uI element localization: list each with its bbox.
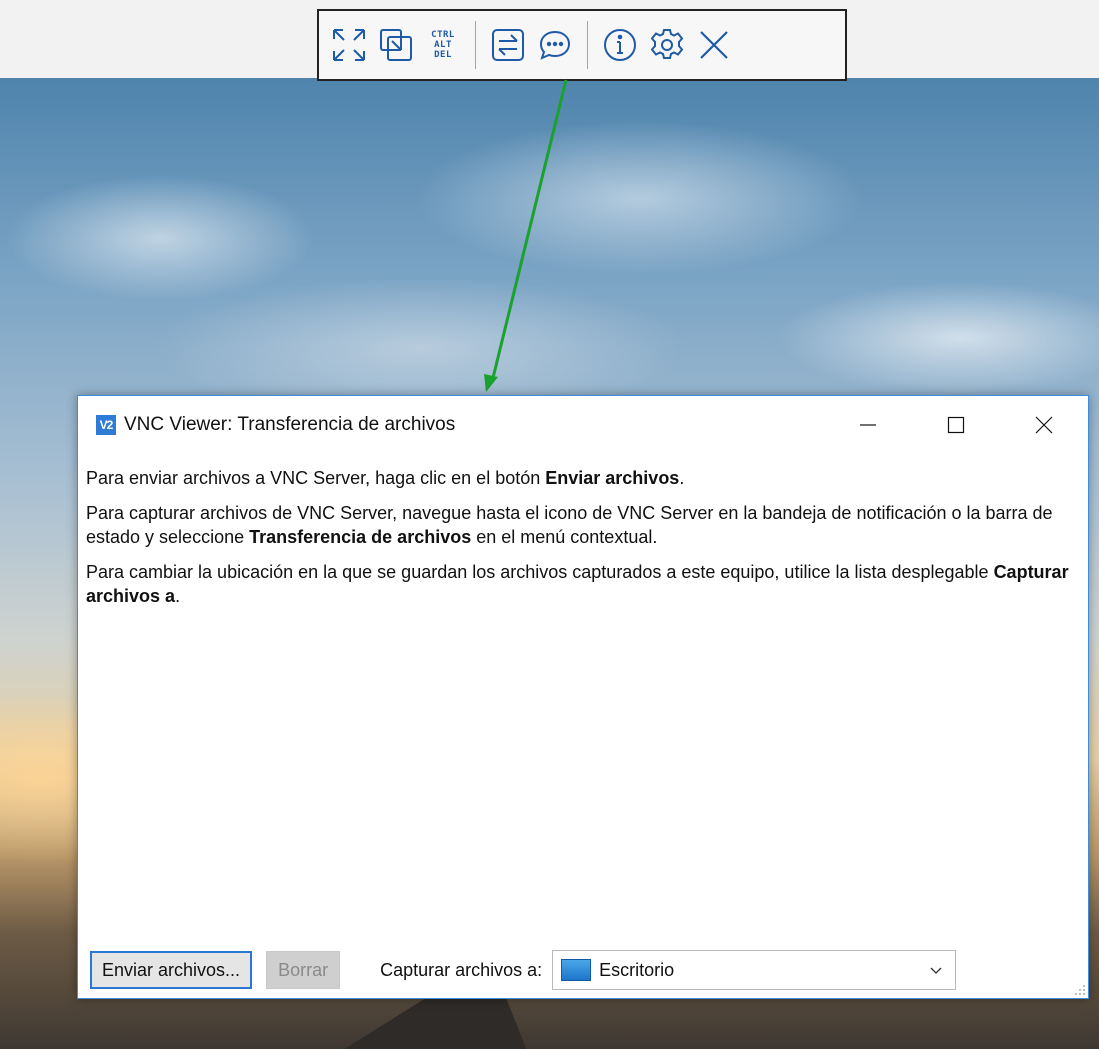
close-window-button[interactable] xyxy=(1000,396,1088,454)
scale-icon xyxy=(380,29,412,61)
vnc-app-icon: V2 xyxy=(96,415,116,435)
capture-to-label: Capturar archivos a: xyxy=(380,959,543,980)
toolbar-separator xyxy=(587,21,588,69)
dialog-bottom-bar: Enviar archivos... Borrar Capturar archi… xyxy=(78,944,1088,996)
capture-location-value: Escritorio xyxy=(599,959,675,980)
cad-line-del: DEL xyxy=(434,50,452,60)
desktop-folder-icon xyxy=(561,959,592,981)
send-files-button[interactable]: Enviar archivos... xyxy=(90,951,253,989)
minimize-icon xyxy=(860,424,876,426)
close-toolbar-button[interactable] xyxy=(694,23,734,67)
window-controls xyxy=(824,396,1088,454)
scale-button[interactable] xyxy=(376,23,416,67)
chat-button[interactable] xyxy=(535,23,575,67)
maximize-button[interactable] xyxy=(912,396,1000,454)
fullscreen-icon xyxy=(333,29,365,61)
ctrl-alt-del-icon: CTRL ALT DEL xyxy=(431,30,455,60)
close-icon xyxy=(1035,416,1053,434)
instruction-bold: Transferencia de archivos xyxy=(249,527,472,547)
maximize-icon xyxy=(947,416,965,434)
file-transfer-icon xyxy=(492,29,524,61)
instruction-capture: Para capturar archivos de VNC Server, na… xyxy=(86,501,1076,549)
instruction-text: Para cambiar la ubicación en la que se g… xyxy=(86,562,994,582)
chat-icon xyxy=(539,30,571,60)
instruction-text: . xyxy=(679,468,685,488)
file-transfer-button[interactable] xyxy=(488,23,528,67)
resize-grip-icon[interactable] xyxy=(1074,984,1086,996)
info-icon xyxy=(604,29,636,61)
cad-line-ctrl: CTRL xyxy=(431,30,455,40)
cad-line-alt: ALT xyxy=(434,40,452,50)
ctrl-alt-del-button[interactable]: CTRL ALT DEL xyxy=(423,23,463,67)
clear-button: Borrar xyxy=(266,951,341,989)
capture-location-dropdown[interactable]: Escritorio xyxy=(552,950,957,990)
instruction-text: Para enviar archivos a VNC Server, haga … xyxy=(86,468,546,488)
chevron-down-icon xyxy=(930,967,942,974)
settings-icon xyxy=(650,29,684,59)
fullscreen-button[interactable] xyxy=(329,23,369,67)
dialog-instructions: Para enviar archivos a VNC Server, haga … xyxy=(86,466,1076,619)
instruction-bold: Enviar archivos xyxy=(545,468,680,488)
dialog-titlebar[interactable]: V2 VNC Viewer: Transferencia de archivos xyxy=(78,396,1088,454)
instruction-location: Para cambiar la ubicación en la que se g… xyxy=(86,560,1076,608)
close-icon xyxy=(700,31,728,59)
info-button[interactable] xyxy=(600,23,640,67)
settings-button[interactable] xyxy=(647,23,687,67)
toolbar-separator xyxy=(475,21,476,69)
instruction-send: Para enviar archivos a VNC Server, haga … xyxy=(86,466,1076,490)
file-transfer-dialog: V2 VNC Viewer: Transferencia de archivos… xyxy=(77,395,1089,999)
dialog-title: VNC Viewer: Transferencia de archivos xyxy=(124,414,456,435)
vnc-toolbar: CTRL ALT DEL xyxy=(317,9,847,81)
minimize-button[interactable] xyxy=(824,396,912,454)
instruction-text: en el menú contextual. xyxy=(471,527,658,547)
instruction-text: . xyxy=(175,586,181,606)
